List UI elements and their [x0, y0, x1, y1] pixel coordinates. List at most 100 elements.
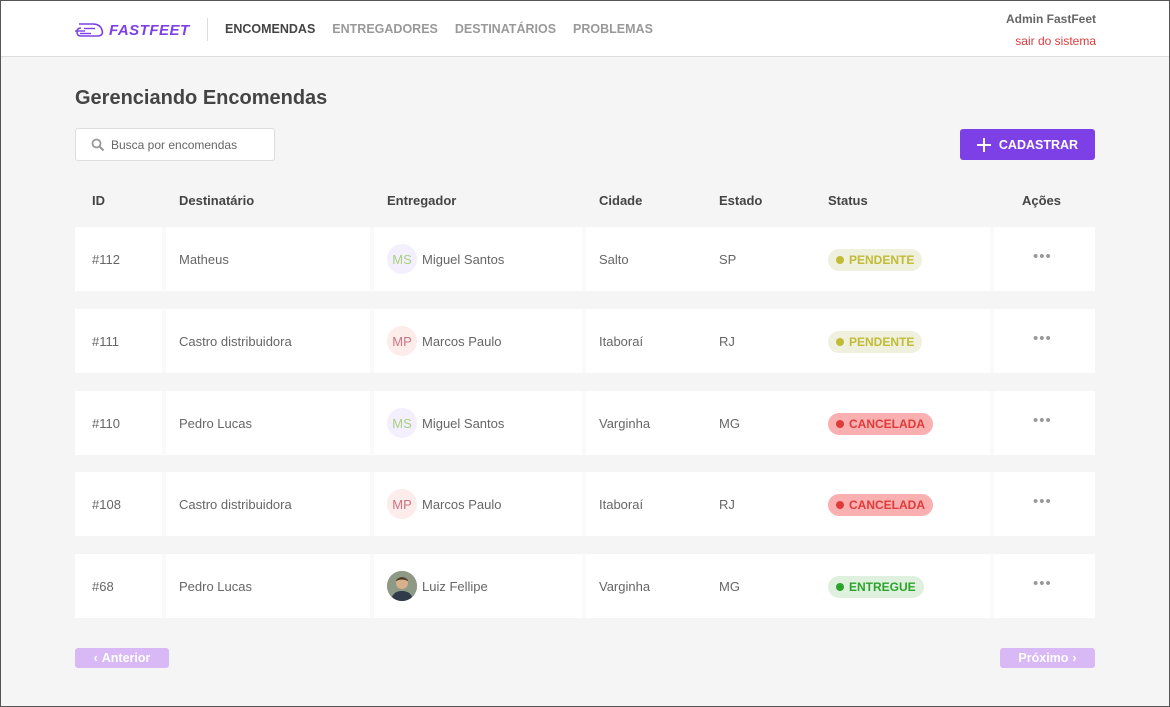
cell-separator [162, 391, 166, 455]
status-badge: PENDENTE [828, 331, 923, 353]
order-id: #112 [92, 251, 120, 267]
recipient-name: Pedro Lucas [179, 578, 252, 594]
actions-cell: ••• [1033, 391, 1052, 455]
actions-cell: ••• [1033, 554, 1052, 618]
cell-separator [162, 309, 166, 373]
status-dot [836, 338, 844, 346]
status-dot [836, 256, 844, 264]
cell-separator [370, 554, 374, 618]
header-city: Cidade [599, 193, 643, 208]
city: Varginha [599, 415, 651, 431]
header-deliveryman: Entregador [387, 193, 457, 208]
nav-problemas[interactable]: PROBLEMAS [573, 22, 653, 36]
truck-speed-icon [75, 23, 104, 37]
nav-destinatarios[interactable]: DESTINATÁRIOS [455, 22, 556, 36]
status-cell: CANCELADA [828, 472, 933, 536]
cell-separator [162, 554, 166, 618]
status-label: CANCELADA [849, 498, 925, 512]
plus-icon [976, 137, 991, 152]
state: RJ [719, 496, 735, 512]
avatar: MS [387, 408, 417, 438]
cell-separator [990, 309, 994, 373]
deliveryman-name: Marcos Paulo [422, 333, 502, 349]
state: SP [719, 251, 737, 267]
status-badge: PENDENTE [828, 249, 923, 271]
header-divider [207, 18, 208, 41]
status-label: PENDENTE [849, 253, 915, 267]
city: Varginha [599, 578, 651, 594]
cell-separator [370, 472, 374, 536]
status-dot [836, 583, 844, 591]
next-label: Próximo [1018, 651, 1069, 665]
more-actions-icon[interactable]: ••• [1033, 248, 1052, 265]
deliveryman-name: Luiz Fellipe [422, 578, 488, 594]
status-cell: CANCELADA [828, 391, 933, 455]
more-actions-icon[interactable]: ••• [1033, 493, 1052, 510]
deliveryman-name: Marcos Paulo [422, 496, 502, 512]
status-badge: CANCELADA [828, 413, 933, 435]
cell-separator [582, 554, 586, 618]
status-cell: ENTREGUE [828, 554, 924, 618]
add-order-button[interactable]: CADASTRAR [960, 129, 1095, 160]
chevron-left-icon: ‹ [93, 651, 98, 665]
avatar: MP [387, 326, 417, 356]
search-box[interactable] [75, 128, 275, 161]
nav-entregadores[interactable]: ENTREGADORES [332, 22, 438, 36]
actions-cell: ••• [1033, 227, 1052, 291]
deliveryman-name: Miguel Santos [422, 251, 505, 267]
order-id: #110 [92, 415, 120, 431]
header-recipient: Destinatário [179, 193, 255, 208]
cell-separator [990, 391, 994, 455]
avatar: MS [387, 244, 417, 274]
avatar-photo [387, 571, 417, 601]
deliveryman: Luiz Fellipe [387, 554, 488, 618]
status-label: CANCELADA [849, 417, 925, 431]
search-input[interactable] [111, 137, 261, 152]
brand-name: FASTFEET [109, 21, 190, 39]
next-page-button[interactable]: Próximo › [1000, 648, 1095, 668]
main-nav: ENCOMENDAS ENTREGADORES DESTINATÁRIOS PR… [225, 22, 653, 36]
deliveryman: MS Miguel Santos [387, 227, 504, 291]
top-header: FASTFEET ENCOMENDAS ENTREGADORES DESTINA… [1, 1, 1169, 57]
avatar: MP [387, 489, 417, 519]
city: Salto [599, 251, 629, 267]
deliveryman-name: Miguel Santos [422, 415, 505, 431]
deliveryman: MP Marcos Paulo [387, 309, 501, 373]
table-row: #112 Matheus MS Miguel Santos Salto SP P… [75, 227, 1095, 291]
table-row: #108 Castro distribuidora MP Marcos Paul… [75, 472, 1095, 536]
status-label: PENDENTE [849, 335, 915, 349]
more-actions-icon[interactable]: ••• [1033, 412, 1052, 429]
add-order-label: CADASTRAR [998, 137, 1079, 152]
order-id: #68 [92, 578, 114, 594]
recipient-name: Pedro Lucas [179, 415, 252, 431]
cell-separator [162, 472, 166, 536]
previous-label: Anterior [101, 651, 151, 665]
cell-separator [582, 472, 586, 536]
page-title: Gerenciando Encomendas [75, 87, 328, 109]
more-actions-icon[interactable]: ••• [1033, 330, 1052, 347]
logout-link[interactable]: sair do sistema [1006, 34, 1096, 48]
cell-separator [990, 227, 994, 291]
user-name: Admin FastFeet [1005, 12, 1096, 26]
person-photo-icon [387, 571, 417, 601]
header-state: Estado [719, 193, 763, 208]
status-dot [836, 420, 844, 428]
header-id: ID [92, 193, 105, 208]
more-actions-icon[interactable]: ••• [1033, 575, 1052, 592]
state: MG [719, 578, 740, 594]
nav-encomendas[interactable]: ENCOMENDAS [225, 22, 315, 36]
table-row: #110 Pedro Lucas MS Miguel Santos Vargin… [75, 391, 1095, 455]
cell-separator [990, 472, 994, 536]
cell-separator [582, 309, 586, 373]
status-cell: PENDENTE [828, 309, 923, 373]
status-badge: CANCELADA [828, 494, 933, 516]
brand-logo[interactable]: FASTFEET [75, 18, 190, 42]
table-header: ID Destinatário Entregador Cidade Estado… [75, 193, 1095, 211]
previous-page-button[interactable]: ‹ Anterior [75, 648, 169, 668]
chevron-right-icon: › [1072, 651, 1077, 665]
user-menu: Admin FastFeet sair do sistema [1006, 12, 1096, 48]
state: RJ [719, 333, 735, 349]
cell-separator [582, 391, 586, 455]
recipient-name: Matheus [179, 251, 229, 267]
cell-separator [370, 391, 374, 455]
